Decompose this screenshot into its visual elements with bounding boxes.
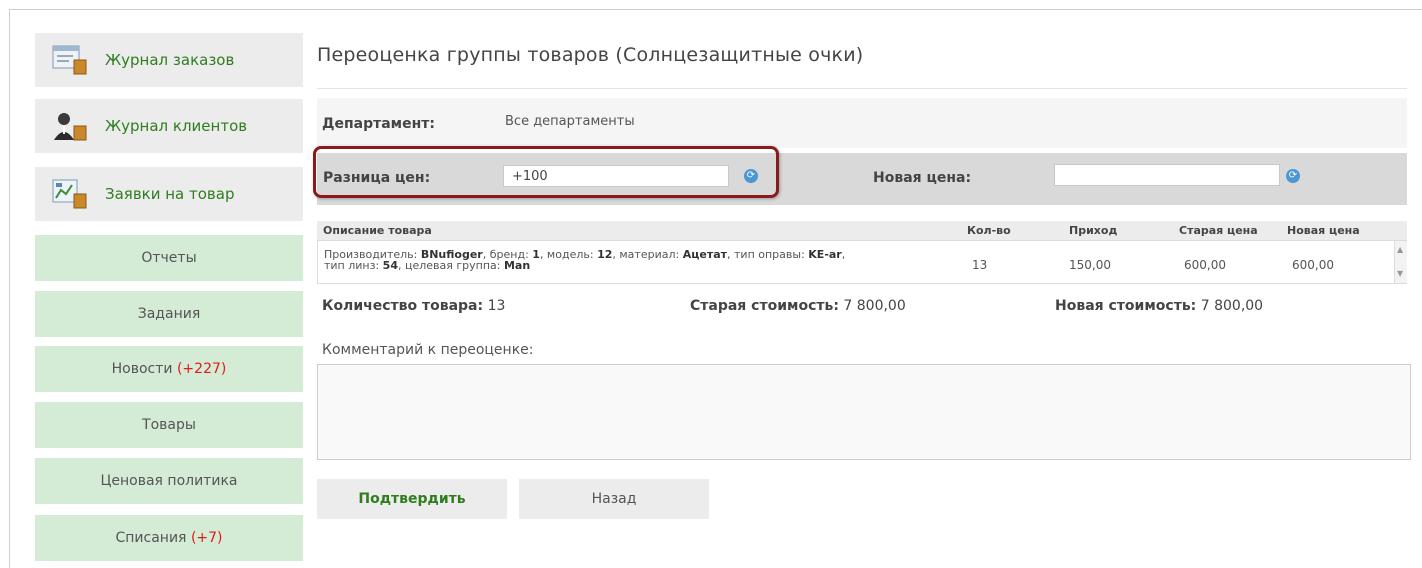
product-description: Производитель: BNufioger, бренд: 1, моде… xyxy=(324,248,846,272)
sidebar-item-clients-journal[interactable]: Журнал клиентов xyxy=(35,99,303,153)
back-button[interactable]: Назад xyxy=(519,479,709,519)
sidebar-item-write-offs[interactable]: Списания (+7) xyxy=(35,515,303,561)
sidebar-item-label: Списания xyxy=(115,530,187,546)
sidebar-item-orders-journal[interactable]: Журнал заказов xyxy=(35,33,303,87)
sidebar-item-label: Журнал заказов xyxy=(105,51,235,69)
col-qty: Кол-во xyxy=(967,224,1011,237)
sidebar-item-label: Новости xyxy=(111,361,173,377)
product-requests-icon xyxy=(51,177,89,211)
sidebar-item-label: Журнал клиентов xyxy=(105,117,248,135)
sidebar-item-news[interactable]: Новости (+227) xyxy=(35,346,303,392)
summary-new-cost: Новая стоимость: 7 800,00 xyxy=(1055,298,1264,314)
scroll-up-icon[interactable]: ▲ xyxy=(1397,245,1403,254)
title-divider xyxy=(317,88,1407,89)
scroll-down-icon[interactable]: ▼ xyxy=(1397,269,1403,278)
department-row xyxy=(317,98,1407,148)
sidebar-item-product-requests[interactable]: Заявки на товар xyxy=(35,167,303,221)
cell-old-price: 600,00 xyxy=(1184,258,1226,272)
sidebar-item-pricing-policy[interactable]: Ценовая политика xyxy=(35,458,303,504)
cell-qty: 13 xyxy=(972,258,988,272)
confirm-button[interactable]: Подтвердить xyxy=(317,479,507,519)
page-title: Переоценка группы товаров (Солнцезащитны… xyxy=(317,44,864,66)
comment-textarea[interactable] xyxy=(317,364,1411,460)
refresh-icon[interactable]: ⟳ xyxy=(1286,169,1300,183)
sidebar-item-reports[interactable]: Отчеты xyxy=(35,235,303,281)
col-description: Описание товара xyxy=(323,224,432,237)
col-new-price: Новая цена xyxy=(1287,224,1360,237)
sidebar-item-label: Товары xyxy=(142,417,196,433)
col-old-price: Старая цена xyxy=(1179,224,1258,237)
new-price-label: Новая цена: xyxy=(873,170,972,186)
summary-old-cost: Старая стоимость: 7 800,00 xyxy=(690,298,906,314)
sidebar-item-label: Задания xyxy=(137,306,201,322)
news-count-badge: (+227) xyxy=(176,361,227,377)
sidebar-item-label: Заявки на товар xyxy=(105,185,235,203)
sidebar-item-label: Отчеты xyxy=(141,250,197,266)
new-price-input[interactable] xyxy=(1054,164,1280,186)
col-income: Приход xyxy=(1069,224,1118,237)
cell-income: 150,00 xyxy=(1069,258,1111,272)
price-diff-highlight xyxy=(313,146,779,198)
clients-journal-icon xyxy=(51,109,89,143)
orders-journal-icon xyxy=(51,43,89,77)
comment-label: Комментарий к переоценке: xyxy=(322,342,534,358)
table-scrollbar[interactable]: ▲ ▼ xyxy=(1394,241,1407,283)
summary-qty: Количество товара: 13 xyxy=(322,298,506,314)
department-value: Все департаменты xyxy=(505,114,635,129)
sidebar-item-tasks[interactable]: Задания xyxy=(35,291,303,337)
cell-new-price: 600,00 xyxy=(1292,258,1334,272)
write-offs-count-badge: (+7) xyxy=(190,530,223,546)
sidebar-item-products[interactable]: Товары xyxy=(35,402,303,448)
department-label: Департамент: xyxy=(322,116,435,132)
sidebar-item-label: Ценовая политика xyxy=(100,473,238,489)
